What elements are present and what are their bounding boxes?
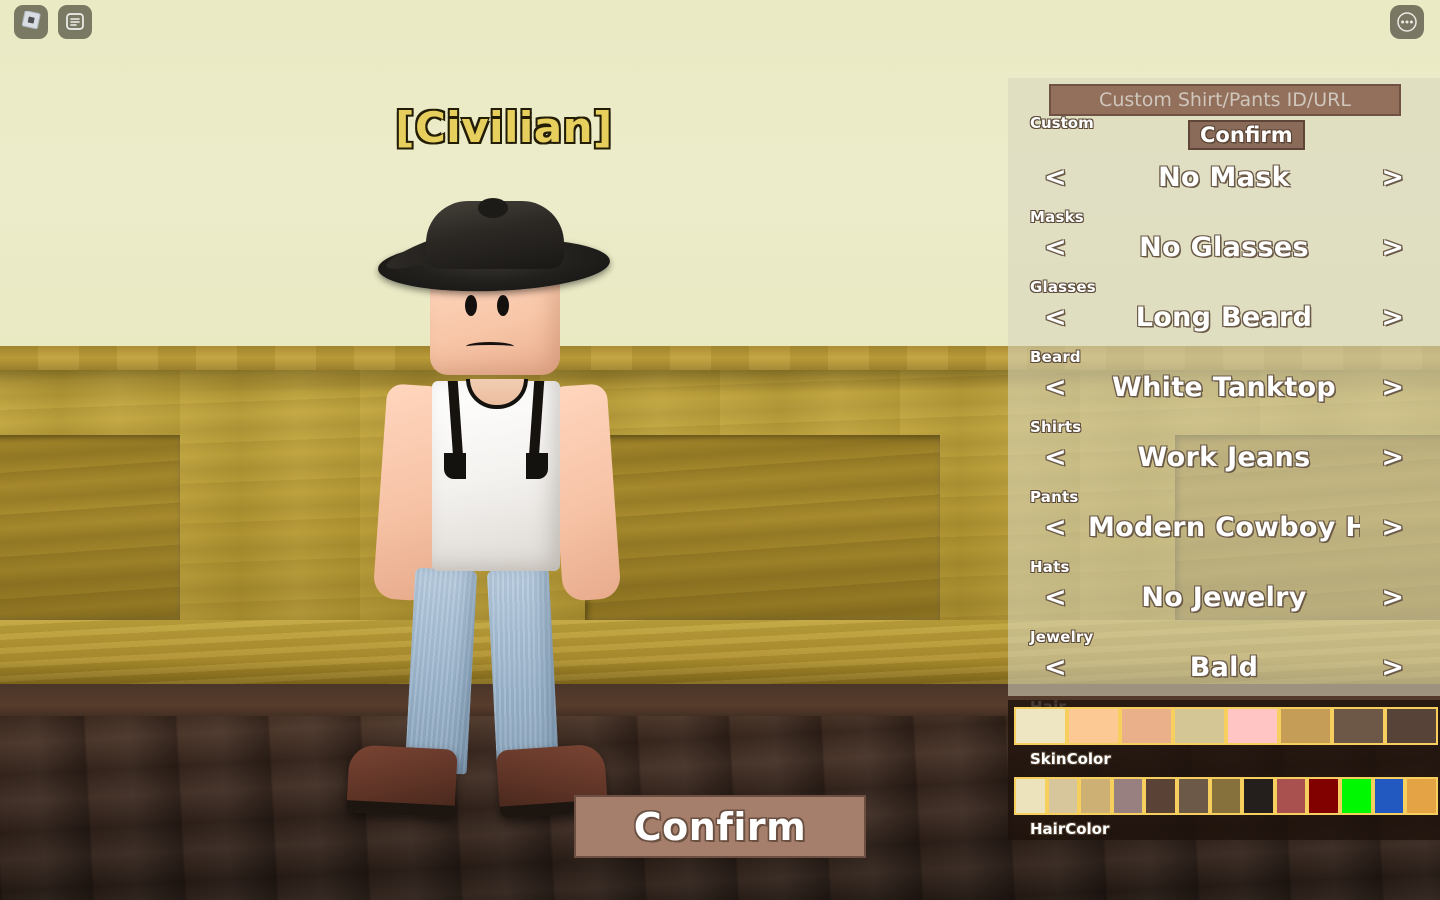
hair-color-swatch-5[interactable] xyxy=(1177,777,1210,815)
panel-row-glasses: < No Glasses > Glasses xyxy=(1008,220,1440,296)
glasses-prev-arrow[interactable]: < xyxy=(1044,232,1067,263)
tanktop-armhole-left xyxy=(444,453,466,479)
pants-next-arrow[interactable]: > xyxy=(1381,442,1404,473)
masks-value: No Mask xyxy=(1158,162,1290,193)
avatar-right-leg xyxy=(486,567,560,775)
skin-color-swatch-5[interactable] xyxy=(1279,707,1332,745)
hair-color-label: HairColor xyxy=(1030,820,1110,838)
skin-color-swatch-2[interactable] xyxy=(1120,707,1173,745)
hair-color-swatch-row[interactable] xyxy=(1014,777,1438,815)
hats-value: Modern Cowboy Hat xyxy=(1088,512,1360,543)
skin-color-swatch-7[interactable] xyxy=(1385,707,1438,745)
hair-prev-arrow[interactable]: < xyxy=(1044,652,1067,683)
roblox-logo-icon[interactable] xyxy=(14,5,48,39)
panel-row-custom: Custom Shirt/Pants ID/URL Confirm Custom xyxy=(1008,78,1440,150)
panel-row-beard: < Long Beard > Beard xyxy=(1008,290,1440,366)
hair-color-swatch-7[interactable] xyxy=(1242,777,1275,815)
glasses-next-arrow[interactable]: > xyxy=(1381,232,1404,263)
beard-prev-arrow[interactable]: < xyxy=(1044,302,1067,333)
jewelry-prev-arrow[interactable]: < xyxy=(1044,582,1067,613)
pants-prev-arrow[interactable]: < xyxy=(1044,442,1067,473)
avatar-eye-left xyxy=(465,295,477,316)
hair-color-swatch-11[interactable] xyxy=(1372,777,1406,815)
panel-row-pants: < Work Jeans > Pants xyxy=(1008,430,1440,506)
avatar-left-leg xyxy=(404,567,478,775)
custom-shirt-pants-input[interactable]: Custom Shirt/Pants ID/URL xyxy=(1049,84,1401,116)
tanktop-neckline xyxy=(466,379,528,409)
skin-color-swatch-6[interactable] xyxy=(1332,707,1385,745)
masks-next-arrow[interactable]: > xyxy=(1381,162,1404,193)
pants-value: Work Jeans xyxy=(1137,442,1311,473)
hair-color-swatch-6[interactable] xyxy=(1209,777,1243,815)
avatar-mouth xyxy=(466,342,514,351)
jewelry-value: No Jewelry xyxy=(1141,582,1307,613)
top-bar xyxy=(0,0,1440,44)
skin-color-label: SkinColor xyxy=(1030,750,1111,768)
hats-next-arrow[interactable]: > xyxy=(1381,512,1404,543)
custom-confirm-button[interactable]: Confirm xyxy=(1188,120,1305,150)
more-options-icon[interactable] xyxy=(1390,5,1424,39)
hats-prev-arrow[interactable]: < xyxy=(1044,512,1067,543)
hair-color-swatch-3[interactable] xyxy=(1111,777,1145,815)
shirts-value: White Tanktop xyxy=(1112,372,1336,403)
beard-next-arrow[interactable]: > xyxy=(1381,302,1404,333)
hair-color-swatch-0[interactable] xyxy=(1014,777,1047,815)
hair-color-swatch-4[interactable] xyxy=(1144,777,1178,815)
hair-color-swatch-12[interactable] xyxy=(1405,777,1438,815)
hair-color-swatch-2[interactable] xyxy=(1079,777,1112,815)
hair-next-arrow[interactable]: > xyxy=(1381,652,1404,683)
hair-color-section: HairColor xyxy=(1008,770,1440,840)
glasses-value: No Glasses xyxy=(1139,232,1309,263)
hair-color-swatch-8[interactable] xyxy=(1274,777,1308,815)
avatar-torso-tanktop xyxy=(432,379,560,571)
shirts-next-arrow[interactable]: > xyxy=(1381,372,1404,403)
panel-category-custom: Custom xyxy=(1030,114,1094,132)
avatar-left-boot xyxy=(346,744,458,818)
skin-color-section: SkinColor xyxy=(1008,700,1440,770)
skin-color-swatch-0[interactable] xyxy=(1014,707,1067,745)
cowboy-hat-crown xyxy=(426,198,564,269)
shirts-prev-arrow[interactable]: < xyxy=(1044,372,1067,403)
hair-value: Bald xyxy=(1189,652,1259,683)
beard-value: Long Beard xyxy=(1135,302,1313,333)
wall-inset-panel-left xyxy=(0,435,180,620)
panel-row-hats: < Modern Cowboy Hat > Hats xyxy=(1008,500,1440,576)
skin-color-swatch-row[interactable] xyxy=(1014,707,1438,745)
avatar-eye-right xyxy=(497,295,509,316)
hair-color-swatch-1[interactable] xyxy=(1046,777,1080,815)
masks-prev-arrow[interactable]: < xyxy=(1044,162,1067,193)
hair-color-swatch-10[interactable] xyxy=(1340,777,1373,815)
panel-row-masks: < No Mask > Masks xyxy=(1008,150,1440,226)
chat-list-icon[interactable] xyxy=(58,5,92,39)
confirm-button[interactable]: Confirm xyxy=(574,795,866,858)
panel-row-shirts: < White Tanktop > Shirts xyxy=(1008,360,1440,436)
tanktop-armhole-right xyxy=(526,453,548,479)
skin-color-swatch-1[interactable] xyxy=(1067,707,1120,745)
panel-row-jewelry: < No Jewelry > Jewelry xyxy=(1008,570,1440,646)
skin-color-swatch-3[interactable] xyxy=(1173,707,1226,745)
jewelry-next-arrow[interactable]: > xyxy=(1381,582,1404,613)
skin-color-swatch-4[interactable] xyxy=(1226,707,1279,745)
character-title: [Civilian] xyxy=(395,103,613,152)
customization-panel: Custom Shirt/Pants ID/URL Confirm Custom… xyxy=(1008,78,1440,716)
hair-color-swatch-9[interactable] xyxy=(1307,777,1341,815)
